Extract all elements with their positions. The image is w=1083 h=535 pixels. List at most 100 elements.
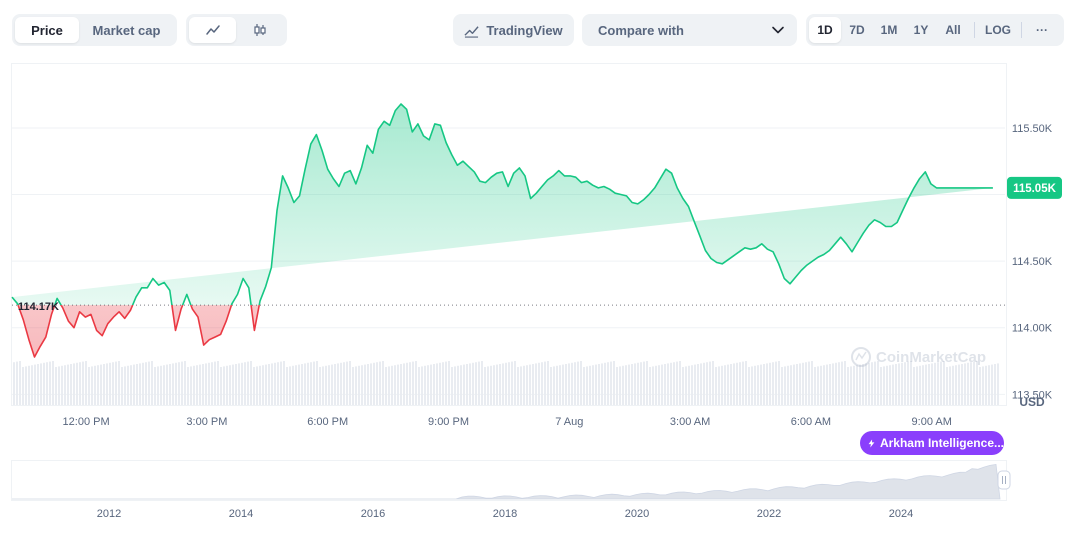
volume-bar xyxy=(667,363,669,405)
volume-bar xyxy=(190,366,192,405)
volume-bar xyxy=(697,364,699,405)
volume-bar xyxy=(316,361,318,405)
volume-bar xyxy=(613,361,615,405)
volume-bar xyxy=(388,366,390,405)
volume-bar xyxy=(553,366,555,405)
volume-bar xyxy=(289,366,291,405)
volume-bar xyxy=(745,361,747,405)
volume-bar xyxy=(100,364,102,405)
volume-bar xyxy=(481,361,483,405)
volume-bar xyxy=(622,365,624,405)
volume-bar xyxy=(274,362,276,405)
volume-bar xyxy=(718,366,720,405)
volume-bar xyxy=(820,365,822,405)
volume-bar xyxy=(595,364,597,405)
volume-bar xyxy=(64,365,66,405)
volume-bar xyxy=(700,363,702,405)
volume-bar xyxy=(475,362,477,405)
lightning-icon xyxy=(868,438,875,448)
volume-bar xyxy=(298,364,300,405)
navigator-handle[interactable] xyxy=(997,470,1011,490)
volume-bar xyxy=(562,364,564,405)
volume-bar xyxy=(793,364,795,405)
volume-bar xyxy=(76,362,78,405)
volume-bar xyxy=(973,361,975,405)
volume-bar xyxy=(430,364,432,405)
volume-bar xyxy=(565,364,567,405)
volume-bar xyxy=(184,361,186,405)
volume-bar xyxy=(112,362,114,405)
volume-bar xyxy=(139,363,141,405)
volume-bar xyxy=(958,364,960,405)
volume-bar xyxy=(832,363,834,405)
volume-bar xyxy=(253,367,255,405)
volume-bar xyxy=(676,361,678,405)
volume-bar xyxy=(763,364,765,405)
volume-bar xyxy=(136,364,138,405)
volume-bar xyxy=(868,362,870,405)
volume-bar xyxy=(487,366,489,405)
volume-bar xyxy=(322,366,324,405)
overview-x-tick-label: 2012 xyxy=(97,508,121,520)
x-tick-label: 12:00 PM xyxy=(63,416,110,428)
volume-bar xyxy=(31,365,33,405)
volume-bars xyxy=(13,361,999,405)
volume-bar xyxy=(148,361,150,405)
volume-bar xyxy=(997,363,999,405)
volume-bar xyxy=(922,365,924,405)
volume-bar xyxy=(265,364,267,405)
y-tick-label: 114.50K xyxy=(1012,256,1053,268)
volume-bar xyxy=(904,362,906,405)
volume-bar xyxy=(256,366,258,405)
volume-bar xyxy=(637,362,639,405)
volume-bar xyxy=(721,365,723,405)
volume-bar xyxy=(634,363,636,405)
volume-bar xyxy=(154,367,156,405)
volume-bar xyxy=(670,362,672,405)
volume-bar xyxy=(598,364,600,405)
volume-bar xyxy=(796,364,798,405)
volume-bar xyxy=(688,365,690,405)
overview-x-tick-label: 2016 xyxy=(361,508,385,520)
volume-bar xyxy=(28,365,30,405)
volume-bar xyxy=(454,366,456,405)
volume-bar xyxy=(115,361,117,405)
volume-bar xyxy=(418,367,420,405)
volume-bar xyxy=(34,364,36,405)
volume-bar xyxy=(187,367,189,405)
volume-bar xyxy=(787,365,789,405)
volume-bar xyxy=(490,365,492,405)
volume-bar xyxy=(874,361,876,405)
arkham-label: Arkham Intelligence... xyxy=(879,436,1004,450)
volume-bar xyxy=(328,365,330,405)
volume-bar xyxy=(343,362,345,405)
arkham-intelligence-button[interactable]: Arkham Intelligence... xyxy=(860,431,1004,455)
volume-bar xyxy=(196,365,198,405)
volume-bar xyxy=(955,365,957,405)
volume-bar xyxy=(802,362,804,405)
y-axis: 115.50K115.00K114.50K114.00K113.50K xyxy=(1012,123,1053,401)
volume-bar xyxy=(568,363,570,405)
volume-bar xyxy=(442,362,444,405)
overview-x-tick-label: 2018 xyxy=(493,508,517,520)
watermark-text: CoinMarketCap xyxy=(876,349,986,366)
volume-bar xyxy=(13,362,15,405)
x-tick-label: 9:00 PM xyxy=(428,416,469,428)
volume-bar xyxy=(502,363,504,405)
volume-bar xyxy=(406,362,408,405)
volume-bar xyxy=(742,361,744,405)
volume-bar xyxy=(559,365,561,405)
volume-bar xyxy=(826,364,828,405)
volume-bar xyxy=(964,363,966,405)
volume-bar xyxy=(226,365,228,405)
volume-bar xyxy=(49,361,51,405)
volume-bar xyxy=(67,364,69,405)
volume-bar xyxy=(484,367,486,405)
volume-bar xyxy=(538,362,540,405)
x-tick-label: 3:00 PM xyxy=(186,416,227,428)
volume-bar xyxy=(838,362,840,405)
volume-bar xyxy=(625,365,627,405)
volume-bar xyxy=(739,362,741,405)
volume-bar xyxy=(775,361,777,405)
volume-bar xyxy=(628,364,630,405)
